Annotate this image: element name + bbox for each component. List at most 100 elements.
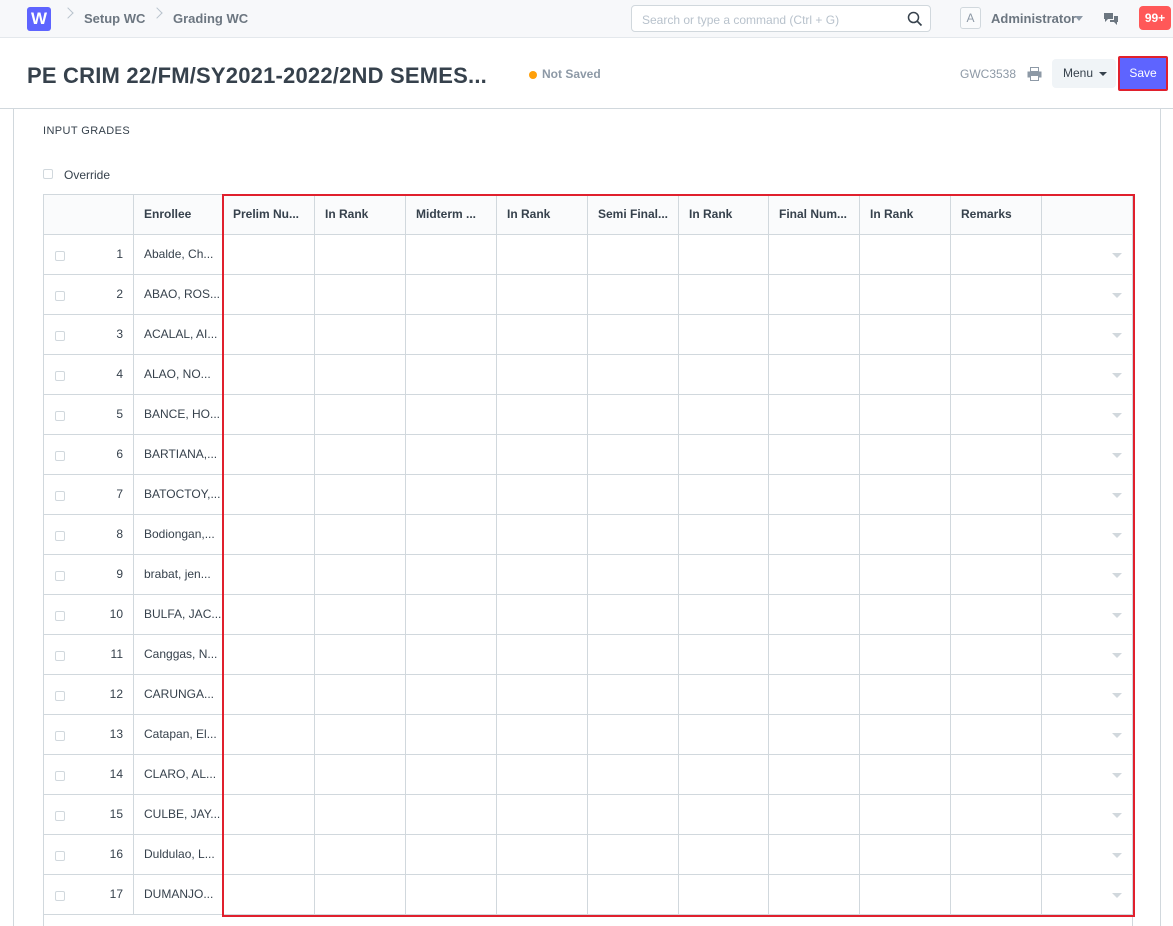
table-row[interactable]: 2 ABAO, ROS... — [44, 275, 1132, 315]
grade-cell[interactable] — [951, 315, 1042, 355]
enrollee-cell[interactable]: Abalde, Ch... — [134, 235, 223, 275]
grade-cell[interactable] — [588, 875, 679, 915]
row-select-checkbox[interactable] — [55, 811, 65, 821]
grade-cell[interactable] — [769, 835, 860, 875]
grade-cell[interactable] — [223, 555, 315, 595]
grade-cell[interactable] — [679, 315, 769, 355]
grade-cell[interactable] — [223, 595, 315, 635]
grade-cell[interactable] — [223, 635, 315, 675]
table-row[interactable]: 3 ACALAL, AI... — [44, 315, 1132, 355]
grade-cell[interactable] — [315, 275, 406, 315]
grade-cell[interactable] — [406, 435, 497, 475]
row-select-checkbox[interactable] — [55, 291, 65, 301]
save-button[interactable]: Save — [1118, 56, 1168, 91]
grade-cell[interactable] — [679, 555, 769, 595]
grade-cell[interactable] — [406, 595, 497, 635]
grade-cell[interactable] — [679, 675, 769, 715]
grade-cell[interactable] — [860, 635, 951, 675]
grade-cell[interactable] — [223, 795, 315, 835]
row-expand-caret-icon[interactable] — [1112, 693, 1122, 698]
enrollee-cell[interactable]: CLARO, AL... — [134, 755, 223, 795]
grade-cell[interactable] — [588, 835, 679, 875]
grade-cell[interactable] — [951, 875, 1042, 915]
grade-cell[interactable] — [860, 595, 951, 635]
enrollee-cell[interactable]: Canggas, N... — [134, 635, 223, 675]
grade-cell[interactable] — [497, 435, 588, 475]
enrollee-cell[interactable]: BULFA, JAC... — [134, 595, 223, 635]
grade-cell[interactable] — [497, 755, 588, 795]
grade-cell[interactable] — [951, 555, 1042, 595]
grade-cell[interactable] — [406, 395, 497, 435]
grade-cell[interactable] — [497, 595, 588, 635]
grade-cell[interactable] — [223, 315, 315, 355]
grade-cell[interactable] — [860, 875, 951, 915]
grade-cell[interactable] — [769, 795, 860, 835]
grade-cell[interactable] — [315, 435, 406, 475]
enrollee-cell[interactable]: ABAO, ROS... — [134, 275, 223, 315]
grade-cell[interactable] — [951, 755, 1042, 795]
grade-cell[interactable] — [951, 595, 1042, 635]
app-logo[interactable]: W — [27, 7, 51, 31]
notifications-badge[interactable]: 99+ — [1139, 6, 1171, 30]
enrollee-cell[interactable]: Catapan, El... — [134, 715, 223, 755]
row-select-checkbox[interactable] — [55, 371, 65, 381]
grade-cell[interactable] — [588, 395, 679, 435]
grade-cell[interactable] — [769, 435, 860, 475]
grade-cell[interactable] — [769, 875, 860, 915]
enrollee-cell[interactable]: BARTIANA,... — [134, 435, 223, 475]
grade-cell[interactable] — [769, 715, 860, 755]
row-select-checkbox[interactable] — [55, 851, 65, 861]
grade-cell[interactable] — [315, 875, 406, 915]
grade-cell[interactable] — [406, 635, 497, 675]
grade-cell[interactable] — [588, 435, 679, 475]
grade-cell[interactable] — [769, 315, 860, 355]
grade-cell[interactable] — [679, 275, 769, 315]
grade-cell[interactable] — [769, 675, 860, 715]
grade-cell[interactable] — [315, 235, 406, 275]
grade-cell[interactable] — [588, 555, 679, 595]
grade-cell[interactable] — [497, 835, 588, 875]
grade-cell[interactable] — [769, 275, 860, 315]
grade-cell[interactable] — [860, 235, 951, 275]
grade-cell[interactable] — [497, 275, 588, 315]
row-select-checkbox[interactable] — [55, 891, 65, 901]
grade-cell[interactable] — [588, 235, 679, 275]
row-expand-caret-icon[interactable] — [1112, 373, 1122, 378]
grade-cell[interactable] — [860, 315, 951, 355]
grade-cell[interactable] — [406, 675, 497, 715]
row-select-checkbox[interactable] — [55, 411, 65, 421]
row-expand-caret-icon[interactable] — [1112, 733, 1122, 738]
grade-cell[interactable] — [406, 315, 497, 355]
row-expand-caret-icon[interactable] — [1112, 293, 1122, 298]
grade-cell[interactable] — [588, 355, 679, 395]
grade-cell[interactable] — [951, 515, 1042, 555]
row-expand-caret-icon[interactable] — [1112, 413, 1122, 418]
grade-cell[interactable] — [951, 635, 1042, 675]
enrollee-cell[interactable]: BATOCTOY,... — [134, 475, 223, 515]
grade-cell[interactable] — [497, 235, 588, 275]
grade-cell[interactable] — [769, 635, 860, 675]
grade-cell[interactable] — [588, 755, 679, 795]
grade-cell[interactable] — [223, 355, 315, 395]
grade-cell[interactable] — [860, 835, 951, 875]
grade-cell[interactable] — [406, 715, 497, 755]
grade-cell[interactable] — [769, 755, 860, 795]
table-row[interactable]: 12 CARUNGA... — [44, 675, 1132, 715]
grade-cell[interactable] — [223, 515, 315, 555]
grade-cell[interactable] — [406, 875, 497, 915]
enrollee-cell[interactable]: brabat, jen... — [134, 555, 223, 595]
row-expand-caret-icon[interactable] — [1112, 813, 1122, 818]
table-row[interactable]: 8 Bodiongan,... — [44, 515, 1132, 555]
breadcrumb-grading-wc[interactable]: Grading WC — [173, 11, 248, 26]
override-checkbox[interactable] — [43, 169, 53, 179]
print-icon[interactable] — [1027, 67, 1042, 81]
row-expand-caret-icon[interactable] — [1112, 493, 1122, 498]
row-expand-caret-icon[interactable] — [1112, 333, 1122, 338]
grade-cell[interactable] — [315, 715, 406, 755]
grade-cell[interactable] — [223, 755, 315, 795]
grade-cell[interactable] — [860, 435, 951, 475]
grade-cell[interactable] — [860, 475, 951, 515]
grade-cell[interactable] — [497, 395, 588, 435]
table-row[interactable]: 1 Abalde, Ch... — [44, 235, 1132, 275]
grade-cell[interactable] — [406, 355, 497, 395]
